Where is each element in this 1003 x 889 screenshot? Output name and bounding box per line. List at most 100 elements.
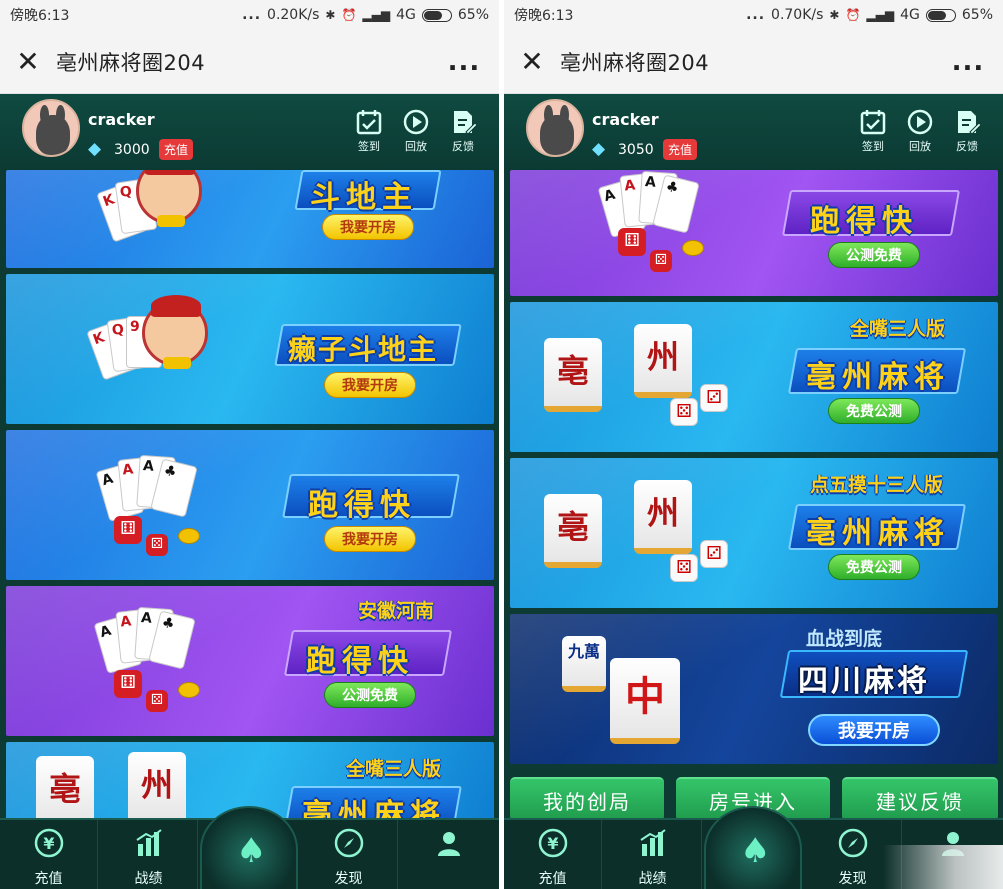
bluetooth-icon: ✱ (325, 8, 336, 22)
signal-icon: ▂▄▆ (362, 8, 391, 22)
free-test-button[interactable]: 公测免费 (324, 682, 416, 708)
game-banner-sichuan-majiang[interactable]: 九萬 中 血战到底 四川麻将 我要开房 (510, 614, 998, 764)
banner-tag: 全嘴三人版 (850, 318, 946, 340)
tab-label: 充值 (34, 871, 63, 887)
close-icon[interactable]: ✕ (504, 30, 560, 94)
banner-title: 跑得快 (306, 644, 414, 679)
open-room-button[interactable]: 我要开房 (322, 214, 414, 240)
tab-recharge[interactable]: ¥ 充值 (0, 820, 98, 889)
free-test-button[interactable]: 公测免费 (828, 242, 920, 268)
my-room-button[interactable]: 我的创局 (510, 777, 664, 821)
feedback-action-button[interactable]: 建议反馈 (842, 777, 998, 821)
profile-header: cracker ◆ 3000 充值 签到 回放 反馈 (0, 94, 499, 170)
bar-chart-icon (640, 829, 666, 856)
game-banner-laizi-doudizhu[interactable]: K Q 9 癞子斗地主 我要开房 (6, 274, 494, 424)
game-banner-paodekuai[interactable]: A A A ♣ ⚅ ⚄ 跑得快 我要开房 (6, 430, 494, 580)
status-network: 4G (396, 7, 416, 23)
feedback-button[interactable]: 反馈 (945, 108, 989, 154)
free-test-button[interactable]: 免费公测 (828, 554, 920, 580)
coin-count: 3050 (618, 142, 654, 158)
title-bar: ✕ 亳州麻将圈204 ... (0, 30, 499, 94)
replay-label: 回放 (909, 140, 931, 153)
coin-count: 3000 (114, 142, 150, 158)
banner-tag: 血战到底 (806, 628, 883, 650)
mahjong-tile: 亳 (544, 338, 602, 412)
checkin-label: 签到 (358, 140, 380, 153)
banner-tag: 安徽河南 (358, 600, 435, 622)
checkin-button[interactable]: 签到 (851, 108, 895, 154)
recharge-button[interactable]: 充值 (159, 139, 194, 160)
status-dots: ... (746, 7, 766, 23)
open-room-button[interactable]: 我要开房 (808, 714, 940, 746)
tab-recharge[interactable]: ¥ 充值 (504, 820, 602, 889)
status-network: 4G (900, 7, 920, 23)
tab-home[interactable]: ♠ (200, 806, 298, 889)
checkin-button[interactable]: 签到 (347, 108, 391, 154)
blur-overlay (883, 845, 1003, 889)
game-banner-bozhou-majiang-3p[interactable]: 亳 州 ⚄ ⚂ 全嘴三人版 亳州麻将 免费公测 (510, 302, 998, 452)
spade-icon: ♠ (740, 831, 771, 871)
more-icon[interactable]: ... (933, 47, 1003, 77)
phone-screen-right: 傍晚6:13 ... 0.70K/s ✱ ⏰ ▂▄▆ 4G 65% ✕ 亳州麻将… (504, 0, 1003, 889)
phone-screen-left: 傍晚6:13 ... 0.20K/s ✱ ⏰ ▂▄▆ 4G 65% ✕ 亳州麻将… (0, 0, 499, 889)
banner-title: 跑得快 (308, 488, 416, 523)
username: cracker (88, 110, 155, 129)
free-test-button[interactable]: 免费公测 (828, 398, 920, 424)
status-time: 傍晚6:13 (514, 8, 574, 24)
game-banner-paodekuai-henan[interactable]: A A A ♣ ⚅ ⚄ 安徽河南 跑得快 公测免费 (6, 586, 494, 736)
tab-label: 充值 (538, 871, 567, 887)
avatar[interactable] (22, 99, 80, 157)
edit-doc-icon (454, 111, 477, 135)
calendar-check-icon (356, 110, 382, 135)
mahjong-tile: 中 (610, 658, 680, 744)
user-icon (438, 832, 460, 856)
title-bar: ✕ 亳州麻将圈204 ... (504, 30, 1003, 94)
recharge-button[interactable]: 充值 (663, 139, 698, 160)
feedback-label: 反馈 (956, 140, 978, 153)
checkin-label: 签到 (862, 140, 884, 153)
close-icon[interactable]: ✕ (0, 30, 56, 94)
game-banner-bozhou-majiang-13p[interactable]: 亳 州 ⚄ ⚂ 点五摸十三人版 亳州麻将 免费公测 (510, 458, 998, 608)
status-speed: 0.70K/s (771, 7, 824, 23)
status-speed: 0.20K/s (267, 7, 320, 23)
mahjong-tile: 亳 (544, 494, 602, 568)
signal-icon: ▂▄▆ (866, 8, 895, 22)
game-banner-doudizhu[interactable]: K Q 斗地主 我要开房 (6, 170, 494, 268)
feedback-button[interactable]: 反馈 (441, 108, 485, 154)
avatar[interactable] (526, 99, 584, 157)
alarm-icon: ⏰ (845, 8, 861, 22)
open-room-button[interactable]: 我要开房 (324, 372, 416, 398)
bottom-tab-bar: ¥ 充值 战绩 ♠ 发现 (0, 806, 499, 889)
tab-label: 发现 (334, 871, 363, 887)
page-title: 亳州麻将圈204 (560, 50, 710, 75)
tab-record[interactable]: 战绩 (604, 820, 702, 889)
svg-text:¥: ¥ (547, 834, 558, 853)
mahjong-tile: 州 (634, 480, 692, 554)
more-icon[interactable]: ... (429, 47, 499, 77)
replay-button[interactable]: 回放 (394, 108, 438, 154)
tab-profile[interactable] (400, 820, 498, 889)
banner-title: 斗地主 (310, 180, 418, 215)
play-circle-icon (403, 109, 429, 135)
mahjong-tile: 九萬 (562, 636, 606, 692)
open-room-button[interactable]: 我要开房 (324, 526, 416, 552)
banner-tag: 点五摸十三人版 (810, 474, 944, 496)
diamond-icon: ◆ (592, 139, 606, 159)
tab-home[interactable]: ♠ (704, 806, 802, 889)
banner-title: 亳州麻将 (806, 360, 950, 395)
game-banner-paodekuai[interactable]: A A A ♣ ⚅ ⚄ 跑得快 公测免费 (510, 170, 998, 296)
page-title: 亳州麻将圈204 (56, 50, 206, 75)
banner-title: 跑得快 (810, 204, 918, 239)
compass-icon (334, 828, 364, 858)
yen-icon: ¥ (34, 828, 64, 858)
bluetooth-icon: ✱ (829, 8, 840, 22)
battery-icon (925, 8, 956, 22)
replay-button[interactable]: 回放 (898, 108, 942, 154)
tab-record[interactable]: 战绩 (100, 820, 198, 889)
tab-label: 战绩 (638, 871, 667, 887)
yen-icon: ¥ (538, 828, 568, 858)
diamond-icon: ◆ (88, 139, 102, 159)
status-battery: 65% (961, 7, 993, 23)
tab-discover[interactable]: 发现 (300, 820, 398, 889)
replay-label: 回放 (405, 140, 427, 153)
